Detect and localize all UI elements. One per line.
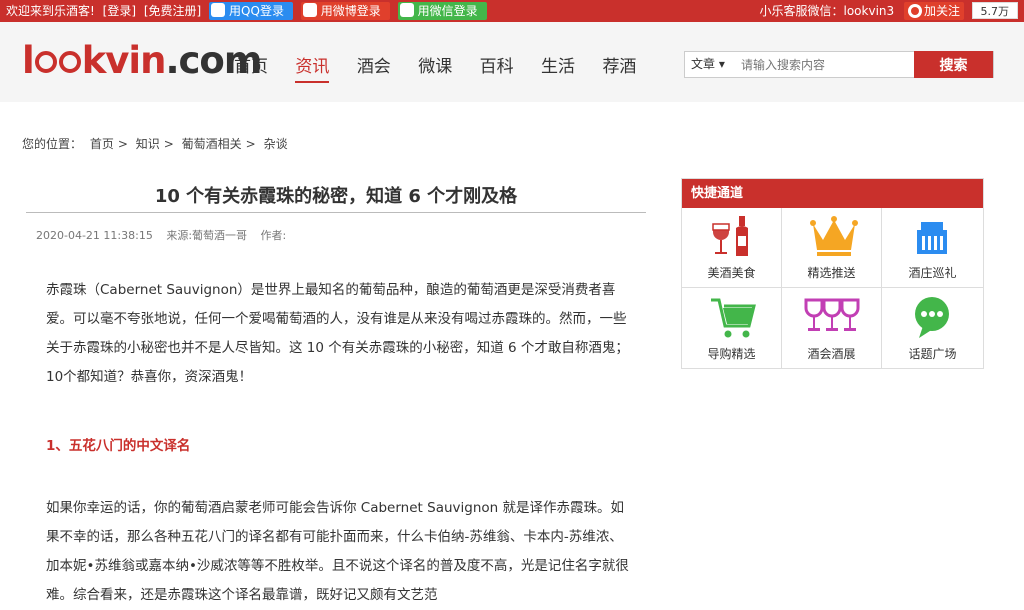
top-bar: 欢迎来到乐酒客! [登录] [免费注册] 用QQ登录 用微博登录 用微信登录 小… — [0, 0, 1024, 22]
nav-home[interactable]: 首页 — [234, 52, 268, 81]
register-link[interactable]: [免费注册] — [144, 4, 201, 18]
quick-link-label: 导购精选 — [707, 347, 756, 361]
quick-links-panel: 快捷通道 美酒美食 精选推送 酒庄巡礼 导购精选 酒会酒展 话题广场 — [681, 178, 984, 369]
service-wechat-text: 小乐客服微信：lookvin3 — [759, 4, 895, 18]
caret-down-icon: ▾ — [718, 57, 725, 71]
wine-glass-bottle-icon — [712, 216, 748, 256]
quick-link-expo[interactable]: 酒会酒展 — [782, 288, 882, 368]
nav-courses[interactable]: 微课 — [418, 52, 452, 81]
quick-link-topics[interactable]: 话题广场 — [882, 288, 983, 368]
wechat-login-label: 用微信登录 — [417, 4, 478, 18]
breadcrumb: 您的位置： 首页 > 知识 > 葡萄酒相关 > 杂谈 — [22, 135, 292, 152]
breadcrumb-sep: > — [117, 137, 128, 151]
chat-bubble-icon — [915, 297, 949, 338]
article-subheading: 1、五花八门的中文译名 — [46, 438, 191, 454]
quick-links-title: 快捷通道 — [682, 179, 983, 208]
building-icon — [917, 222, 947, 254]
quick-link-food[interactable]: 美酒美食 — [682, 208, 782, 288]
nav-life[interactable]: 生活 — [541, 52, 575, 81]
logo-ring-icon — [58, 51, 81, 73]
qq-login-button[interactable]: 用QQ登录 — [209, 2, 293, 20]
breadcrumb-sep: > — [163, 137, 174, 151]
article-author: 作者: — [260, 229, 287, 242]
login-link[interactable]: [登录] — [103, 4, 136, 18]
wechat-icon — [399, 3, 414, 17]
search-input[interactable] — [741, 52, 911, 77]
nav-events[interactable]: 酒会 — [357, 52, 391, 81]
quick-link-featured[interactable]: 精选推送 — [782, 208, 882, 288]
nav-wiki[interactable]: 百科 — [480, 52, 514, 81]
logo-text-l: l — [22, 39, 35, 82]
article-paragraph: 赤霞珠（Cabernet Sauvignon）是世界上最知名的葡萄品种，酿造的葡… — [46, 282, 629, 385]
shopping-cart-icon — [711, 298, 756, 338]
wine-glasses-icon — [804, 298, 860, 331]
follow-label: 加关注 — [923, 4, 960, 18]
search-category-label: 文章 — [691, 57, 716, 71]
logo-text-kvin: kvin — [81, 39, 167, 82]
title-divider — [26, 212, 646, 213]
quick-link-label: 精选推送 — [807, 266, 856, 280]
article-source: 来源:葡萄酒一哥 — [166, 229, 248, 242]
crown-icon — [810, 216, 858, 256]
weibo-login-label: 用微博登录 — [320, 4, 381, 18]
article-meta: 2020-04-21 11:38:15 来源:葡萄酒一哥 作者: — [36, 227, 296, 243]
quick-link-label: 话题广场 — [908, 347, 957, 361]
nav-recommend[interactable]: 荐酒 — [602, 52, 636, 81]
search-button[interactable]: 搜索 — [914, 51, 993, 78]
breadcrumb-misc[interactable]: 杂谈 — [264, 137, 288, 151]
breadcrumb-wine[interactable]: 葡萄酒相关 — [182, 137, 242, 151]
article-title: 10 个有关赤霞珠的秘密，知道 6 个才刚及格 — [154, 186, 518, 207]
breadcrumb-sep: > — [245, 137, 256, 151]
welcome-text: 欢迎来到乐酒客! — [6, 4, 95, 18]
site-logo[interactable]: l kvin.com — [22, 36, 262, 86]
header: lkvin.com 首页 资讯 酒会 微课 百科 生活 荐酒 文章 ▾ 搜索 — [0, 22, 1024, 102]
main-nav: 首页 资讯 酒会 微课 百科 生活 荐酒 — [234, 52, 658, 83]
quick-link-label: 酒庄巡礼 — [908, 266, 957, 280]
nav-news[interactable]: 资讯 — [295, 52, 330, 83]
article-paragraph: 如果你幸运的话，你的葡萄酒启蒙老师可能会告诉你 Cabernet Sauvign… — [46, 500, 629, 603]
qq-login-label: 用QQ登录 — [229, 4, 284, 18]
qq-icon — [211, 3, 226, 17]
breadcrumb-knowledge[interactable]: 知识 — [136, 137, 160, 151]
quick-link-winery[interactable]: 酒庄巡礼 — [882, 208, 983, 288]
quick-link-label: 美酒美食 — [707, 266, 756, 280]
weibo-icon — [302, 3, 317, 17]
breadcrumb-prefix: 您的位置： — [22, 137, 83, 151]
weibo-icon — [907, 4, 922, 18]
quick-link-label: 酒会酒展 — [807, 347, 856, 361]
quick-link-shopping[interactable]: 导购精选 — [682, 288, 782, 368]
logo-ring-icon — [34, 51, 57, 73]
search-category-select[interactable]: 文章 ▾ — [685, 52, 735, 77]
article-date: 2020-04-21 11:38:15 — [36, 229, 153, 242]
breadcrumb-home[interactable]: 首页 — [90, 137, 114, 151]
search-bar: 文章 ▾ 搜索 — [684, 51, 994, 78]
weibo-login-button[interactable]: 用微博登录 — [300, 2, 390, 20]
wechat-login-button[interactable]: 用微信登录 — [397, 2, 487, 20]
fans-count-badge: 5.7万 — [971, 2, 1018, 19]
follow-button[interactable]: 加关注 — [903, 2, 964, 20]
